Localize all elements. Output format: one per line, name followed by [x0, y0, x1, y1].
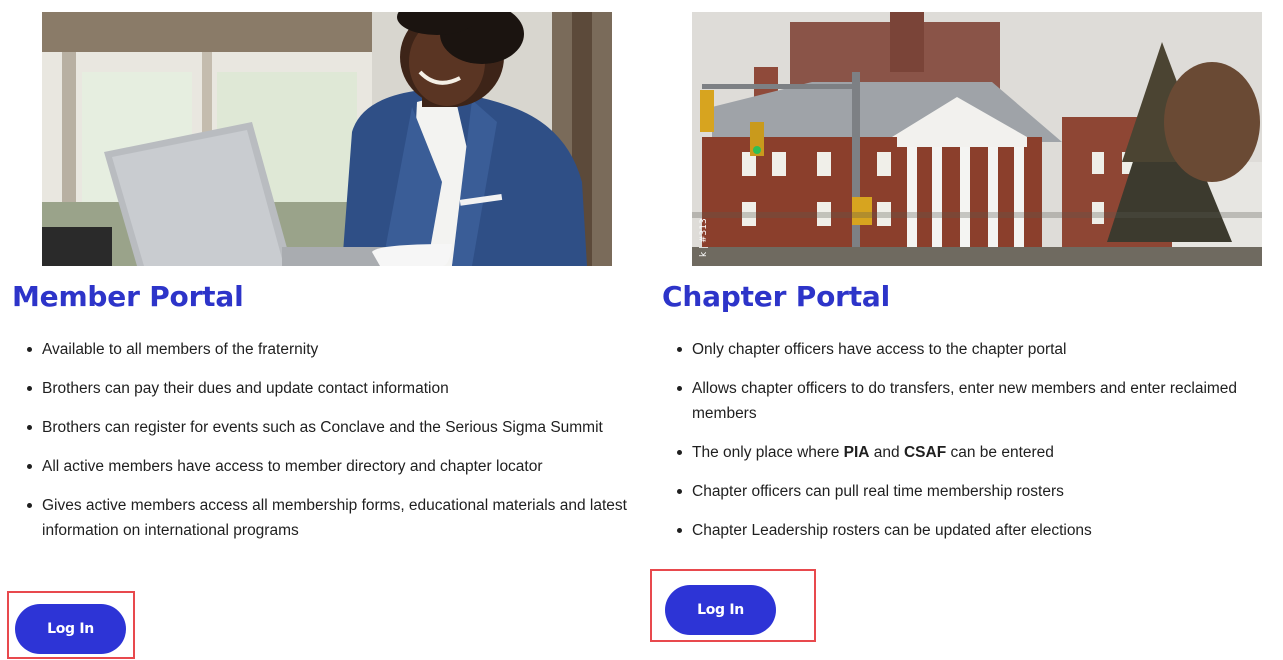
list-item: Allows chapter officers to do transfers,…	[674, 376, 1274, 426]
list-text: and	[869, 444, 904, 461]
chapter-portal-title: Chapter Portal	[662, 280, 890, 313]
chapter-portal-login-button[interactable]: Log In	[665, 585, 776, 635]
list-item: Gives active members access all membersh…	[24, 493, 644, 543]
chapter-portal-photo: k | #313	[692, 12, 1262, 266]
chapter-portal-feature-list: Only chapter officers have access to the…	[674, 337, 1274, 557]
list-text: The only place where	[692, 444, 844, 461]
list-item: Brothers can register for events such as…	[24, 415, 644, 440]
member-portal-login-button[interactable]: Log In	[15, 604, 126, 654]
list-item: The only place where PIA and CSAF can be…	[674, 440, 1274, 465]
member-portal-title: Member Portal	[12, 280, 244, 313]
list-text: can be entered	[946, 444, 1054, 461]
pia-term: PIA	[843, 444, 870, 461]
list-item: Chapter Leadership rosters can be update…	[674, 518, 1274, 543]
list-item: Brothers can pay their dues and update c…	[24, 376, 644, 401]
list-item: All active members have access to member…	[24, 454, 644, 479]
list-item: Available to all members of the fraterni…	[24, 337, 644, 362]
csaf-term: CSAF	[903, 444, 947, 461]
member-portal-feature-list: Available to all members of the fraterni…	[24, 337, 644, 557]
photo-watermark: k | #313	[699, 218, 709, 257]
list-item: Only chapter officers have access to the…	[674, 337, 1274, 362]
member-portal-photo	[42, 12, 612, 266]
list-item: Chapter officers can pull real time memb…	[674, 479, 1274, 504]
